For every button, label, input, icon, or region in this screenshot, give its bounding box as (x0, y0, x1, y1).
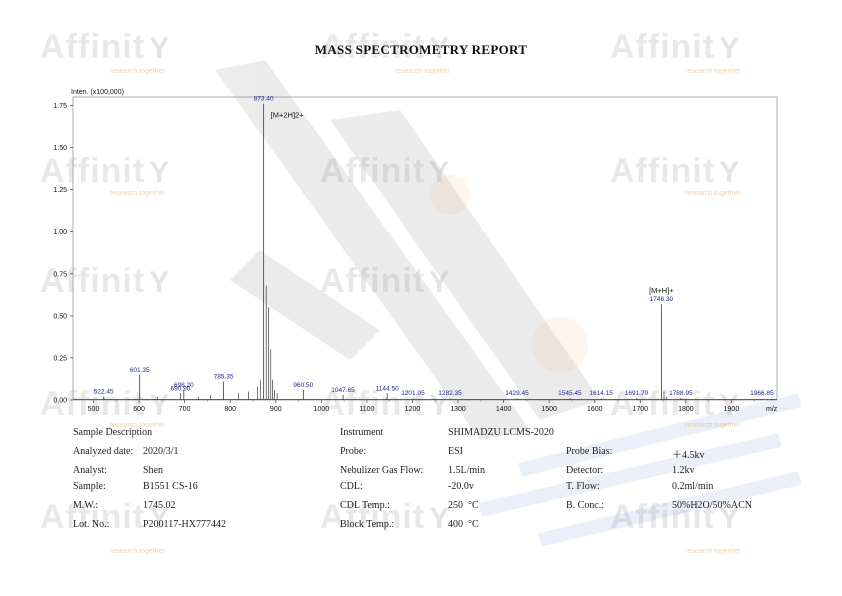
analyzed-date-value: 2020/3/1 (143, 446, 179, 457)
lot-label: Lot. No.: (73, 519, 110, 530)
block-temp-label: Block Temp.: (340, 519, 395, 530)
peak-label: 1746.30 (650, 296, 674, 303)
y-tick-label: 1.25 (53, 187, 67, 194)
y-axis-label: Inten. (x100,000) (71, 89, 124, 96)
analyst-value: Shen (143, 465, 163, 476)
x-tick-label: 1400 (496, 406, 512, 413)
probe-bias-value: ＋4.5kv (672, 450, 705, 461)
detector-value: 1.2kv (672, 465, 695, 476)
cdl-temp-value: 250 °C (448, 500, 479, 511)
x-tick-label: 1200 (405, 406, 421, 413)
peak-label: 1545.45 (558, 390, 582, 397)
x-tick-label: 700 (179, 406, 191, 413)
peak-label: 1614.15 (589, 390, 613, 397)
probe-value: ESI (448, 446, 463, 457)
peak-label: 873.40 (254, 96, 274, 103)
cdl-value: -20.0v (448, 481, 474, 492)
x-tick-label: 1700 (633, 406, 649, 413)
x-tick-label: 1500 (541, 406, 557, 413)
peak-annotation: [M+2H]2+ (271, 111, 305, 120)
sample-value: B1551 CS-16 (143, 481, 198, 492)
conc-label: B. Conc.: (566, 500, 605, 511)
nebulizer-label: Nebulizer Gas Flow: (340, 465, 424, 476)
probe-label: Probe: (340, 446, 367, 457)
instrument-label: Instrument (340, 427, 384, 438)
peak-label: 1788.95 (669, 390, 693, 397)
x-axis-label: m/z (766, 406, 778, 413)
analyst-label: Analyst: (73, 465, 107, 476)
peak-label: 698.20 (174, 382, 194, 389)
y-tick-label: 0.75 (53, 271, 67, 278)
peak-label: 1201.05 (401, 390, 425, 397)
x-tick-label: 1600 (587, 406, 603, 413)
cdl-temp-label: CDL Temp.: (340, 500, 390, 511)
x-tick-label: 1100 (359, 406, 374, 413)
block-temp-value: 400 °C (448, 519, 479, 530)
peak-label: 1282.35 (438, 390, 462, 397)
x-tick-label: 600 (133, 406, 145, 413)
x-tick-label: 1000 (314, 406, 330, 413)
sample-description-label: Sample Description (73, 427, 153, 438)
x-tick-label: 500 (88, 406, 100, 413)
x-tick-label: 1300 (450, 406, 466, 413)
peak-label: 522.45 (94, 389, 114, 396)
peak-label: 601.35 (130, 367, 150, 374)
peak-annotation: [M+H]+ (649, 286, 674, 295)
y-tick-label: 0.00 (53, 398, 67, 405)
probe-bias-label: Probe Bias: (566, 446, 613, 457)
flow-label: T. Flow: (566, 481, 600, 492)
y-tick-label: 1.75 (53, 103, 67, 110)
x-tick-label: 900 (270, 406, 282, 413)
plot-frame (72, 96, 778, 401)
detector-label: Detector: (566, 465, 604, 476)
x-tick-label: 1800 (678, 406, 694, 413)
mw-value: 1745.02 (143, 500, 176, 511)
peak-label: 1691.70 (625, 390, 649, 397)
lot-value: P200117-HX777442 (143, 519, 226, 530)
peak-label: 960.50 (293, 382, 313, 389)
peak-label: 1144.50 (376, 385, 399, 392)
y-tick-label: 0.25 (53, 355, 67, 362)
peak-label: 1966.85 (750, 390, 774, 397)
cdl-label: CDL: (340, 481, 363, 492)
y-tick-label: 0.50 (53, 313, 67, 320)
y-tick-label: 1.00 (53, 229, 67, 236)
peak-label: 1429.45 (505, 390, 529, 397)
x-tick-label: 1900 (724, 406, 740, 413)
sample-label: Sample: (73, 481, 106, 492)
x-tick-label: 800 (224, 406, 236, 413)
nebulizer-value: 1.5L/min (448, 465, 485, 476)
flow-value: 0.2ml/min (672, 481, 714, 492)
peak-label: 1047.65 (331, 387, 355, 394)
conc-value: 50%H2O/50%ACN (672, 500, 752, 511)
y-tick-label: 1.50 (53, 145, 67, 152)
instrument-value: SHIMADZU LCMS-2020 (448, 427, 554, 438)
peak-label: 785.35 (214, 373, 234, 380)
mw-label: M.W.: (73, 500, 99, 511)
analyzed-date-label: Analyzed date: (73, 446, 134, 457)
